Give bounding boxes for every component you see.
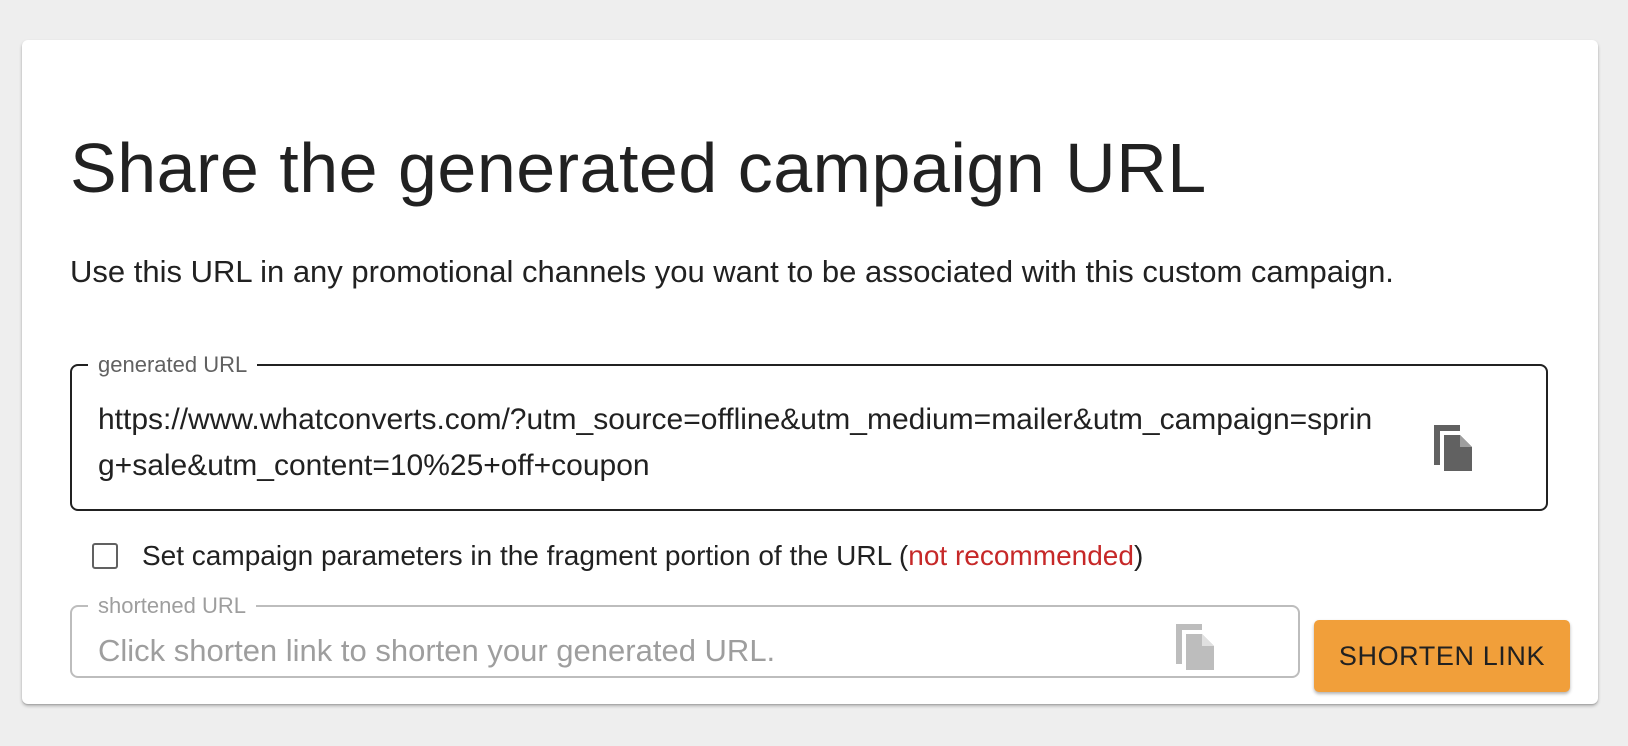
not-recommended-text: not recommended: [908, 540, 1134, 571]
page-title: Share the generated campaign URL: [70, 129, 1207, 207]
copy-icon[interactable]: [1172, 620, 1220, 674]
generated-url-label: generated URL: [98, 352, 248, 377]
generated-url-value[interactable]: https://www.whatconverts.com/?utm_source…: [98, 397, 1388, 489]
shortened-url-label: shortened URL: [98, 593, 246, 618]
fragment-option-row[interactable]: Set campaign parameters in the fragment …: [92, 540, 1143, 572]
fragment-option-label[interactable]: Set campaign parameters in the fragment …: [142, 540, 1143, 572]
generated-url-field[interactable]: generated URL https://www.whatconverts.c…: [70, 353, 1548, 511]
fragment-label-suffix: ): [1133, 540, 1144, 571]
copy-icon[interactable]: [1430, 421, 1478, 475]
shortened-url-field[interactable]: shortened URL Click shorten link to shor…: [70, 594, 1300, 678]
share-url-card: Share the generated campaign URL Use thi…: [22, 40, 1598, 704]
page-subtitle: Use this URL in any promotional channels…: [70, 254, 1394, 289]
fragment-checkbox[interactable]: [92, 543, 118, 569]
shortened-url-placeholder[interactable]: Click shorten link to shorten your gener…: [98, 632, 775, 670]
shorten-link-button[interactable]: SHORTEN LINK: [1314, 620, 1570, 692]
fragment-label-text: Set campaign parameters in the fragment …: [142, 540, 909, 571]
